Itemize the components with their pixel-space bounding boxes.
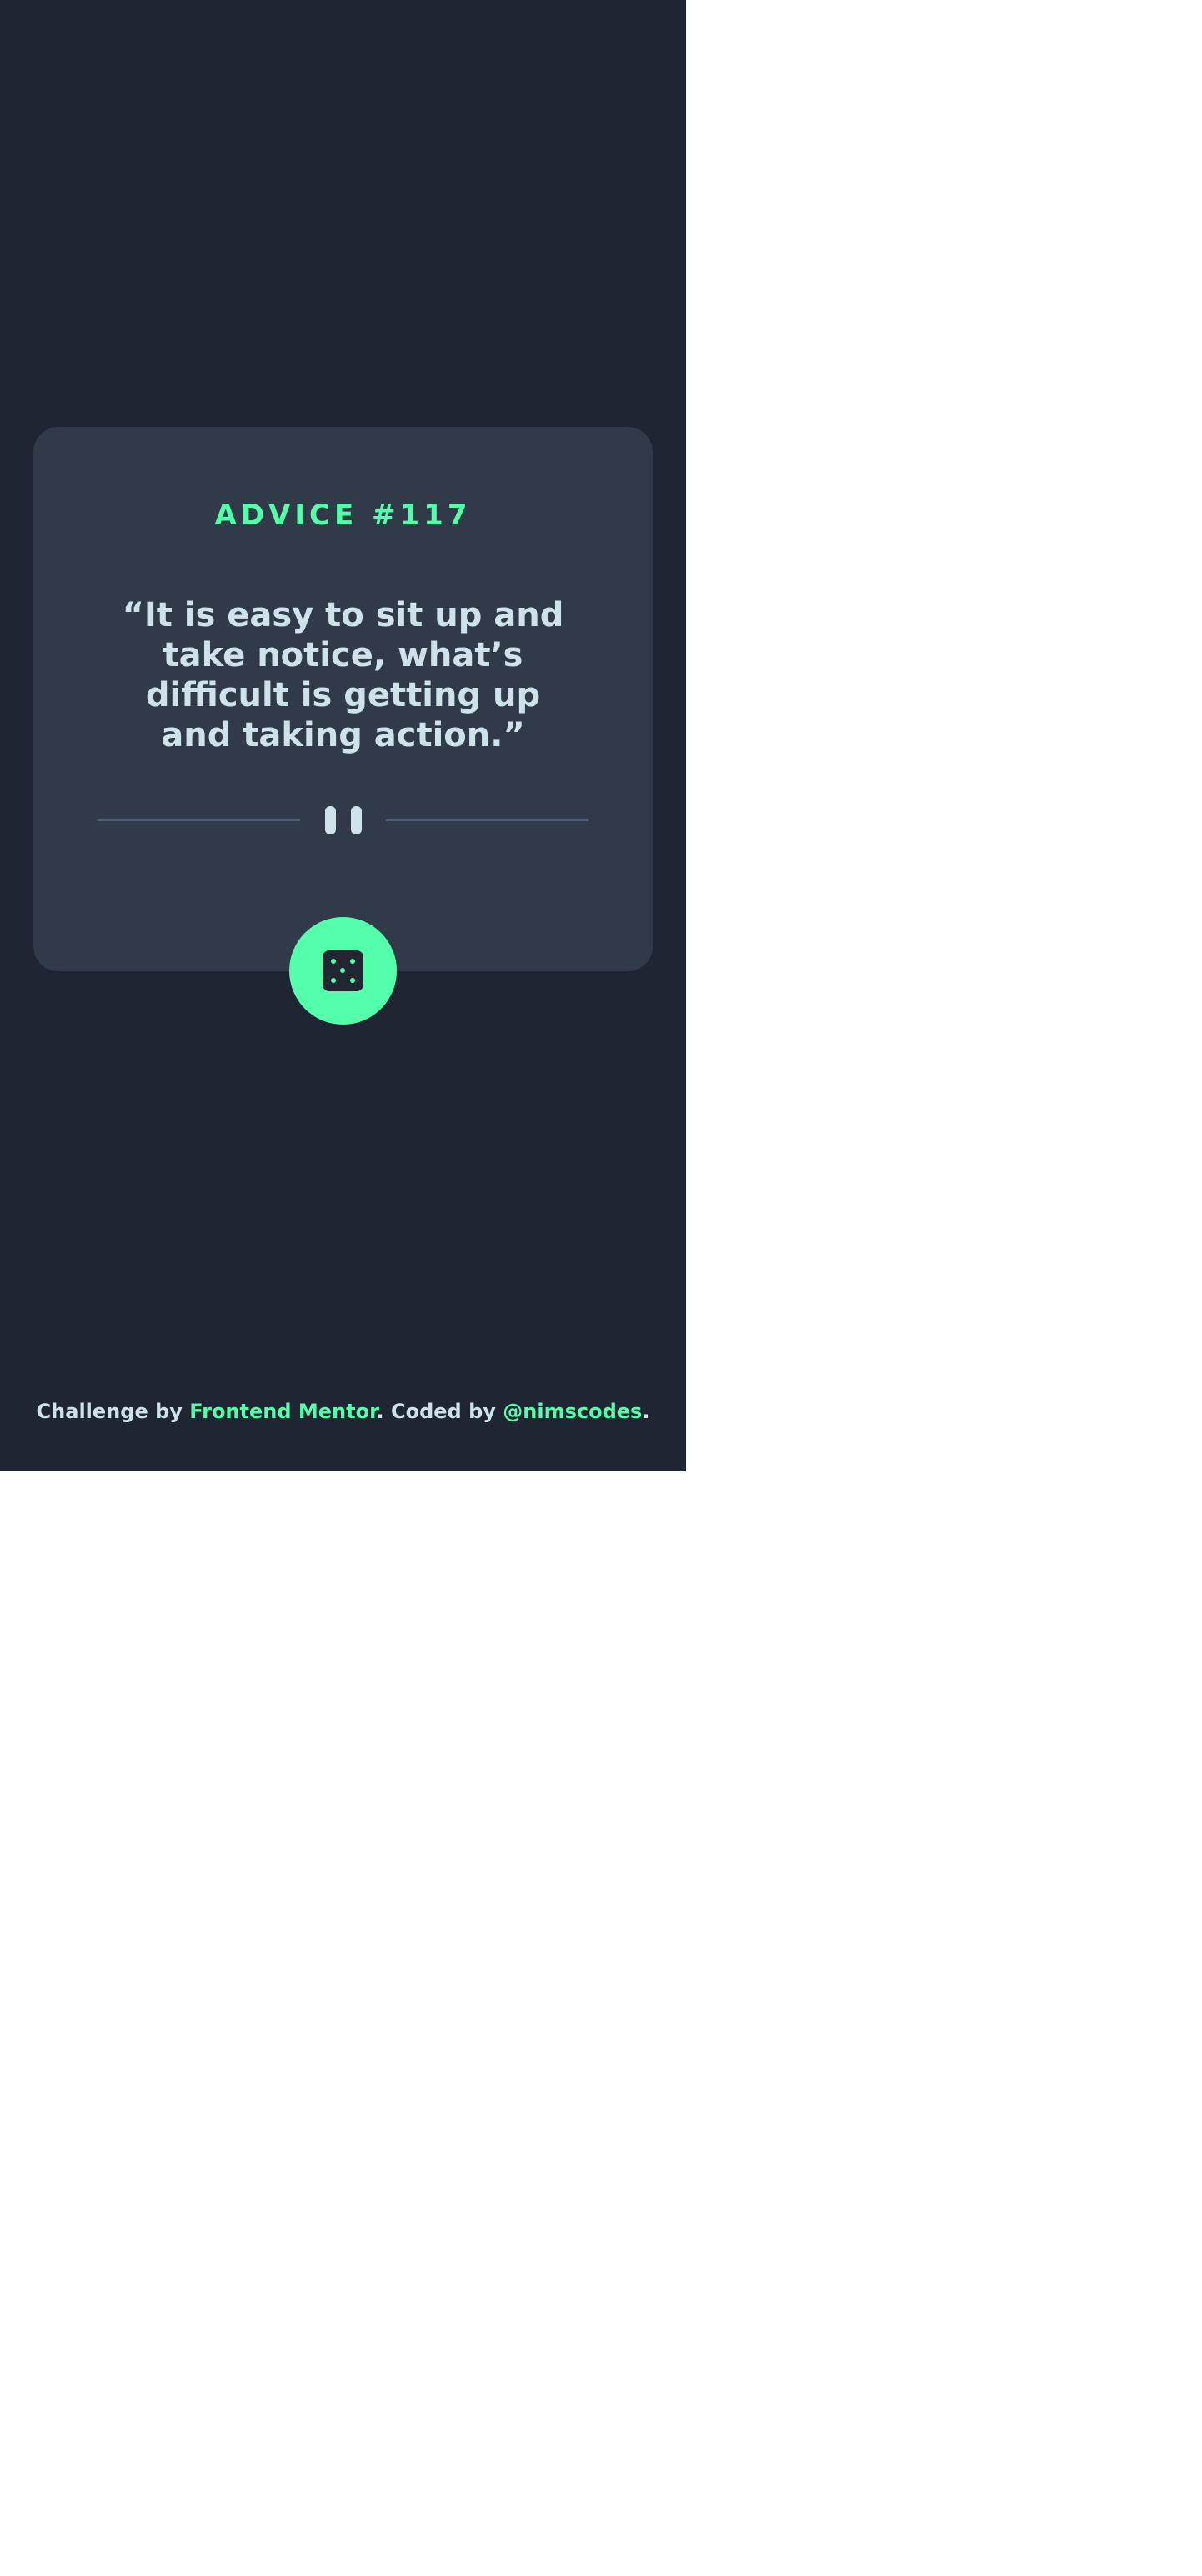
advice-card: ADVICE #117 “It is easy to sit up and ta… bbox=[33, 427, 653, 971]
footer-prefix: Challenge by bbox=[36, 1400, 190, 1423]
attribution-footer: Challenge by Frontend Mentor. Coded by @… bbox=[0, 1396, 686, 1426]
dice-dot bbox=[331, 978, 336, 983]
footer-suffix: . bbox=[642, 1400, 650, 1423]
frontend-mentor-link[interactable]: Frontend Mentor bbox=[189, 1400, 376, 1423]
advice-text: “It is easy to sit up and take notice, w… bbox=[122, 596, 564, 754]
author-link[interactable]: @nimscodes bbox=[503, 1400, 642, 1423]
dice-icon bbox=[323, 950, 363, 991]
dice-dot bbox=[350, 959, 355, 964]
footer-middle: . Coded by bbox=[376, 1400, 503, 1423]
divider-line-left bbox=[98, 819, 300, 821]
dice-dot bbox=[350, 978, 355, 983]
advice-id: ADVICE #117 bbox=[214, 499, 472, 532]
pause-bar-right bbox=[350, 806, 362, 834]
dice-dot bbox=[331, 959, 336, 964]
dice-dot bbox=[340, 968, 345, 973]
page-background: ADVICE #117 “It is easy to sit up and ta… bbox=[0, 0, 686, 1471]
pause-bar-left bbox=[324, 806, 336, 834]
generate-advice-button[interactable] bbox=[289, 917, 397, 1025]
divider bbox=[98, 806, 588, 834]
pause-icon bbox=[324, 806, 362, 834]
divider-line-right bbox=[386, 819, 588, 821]
